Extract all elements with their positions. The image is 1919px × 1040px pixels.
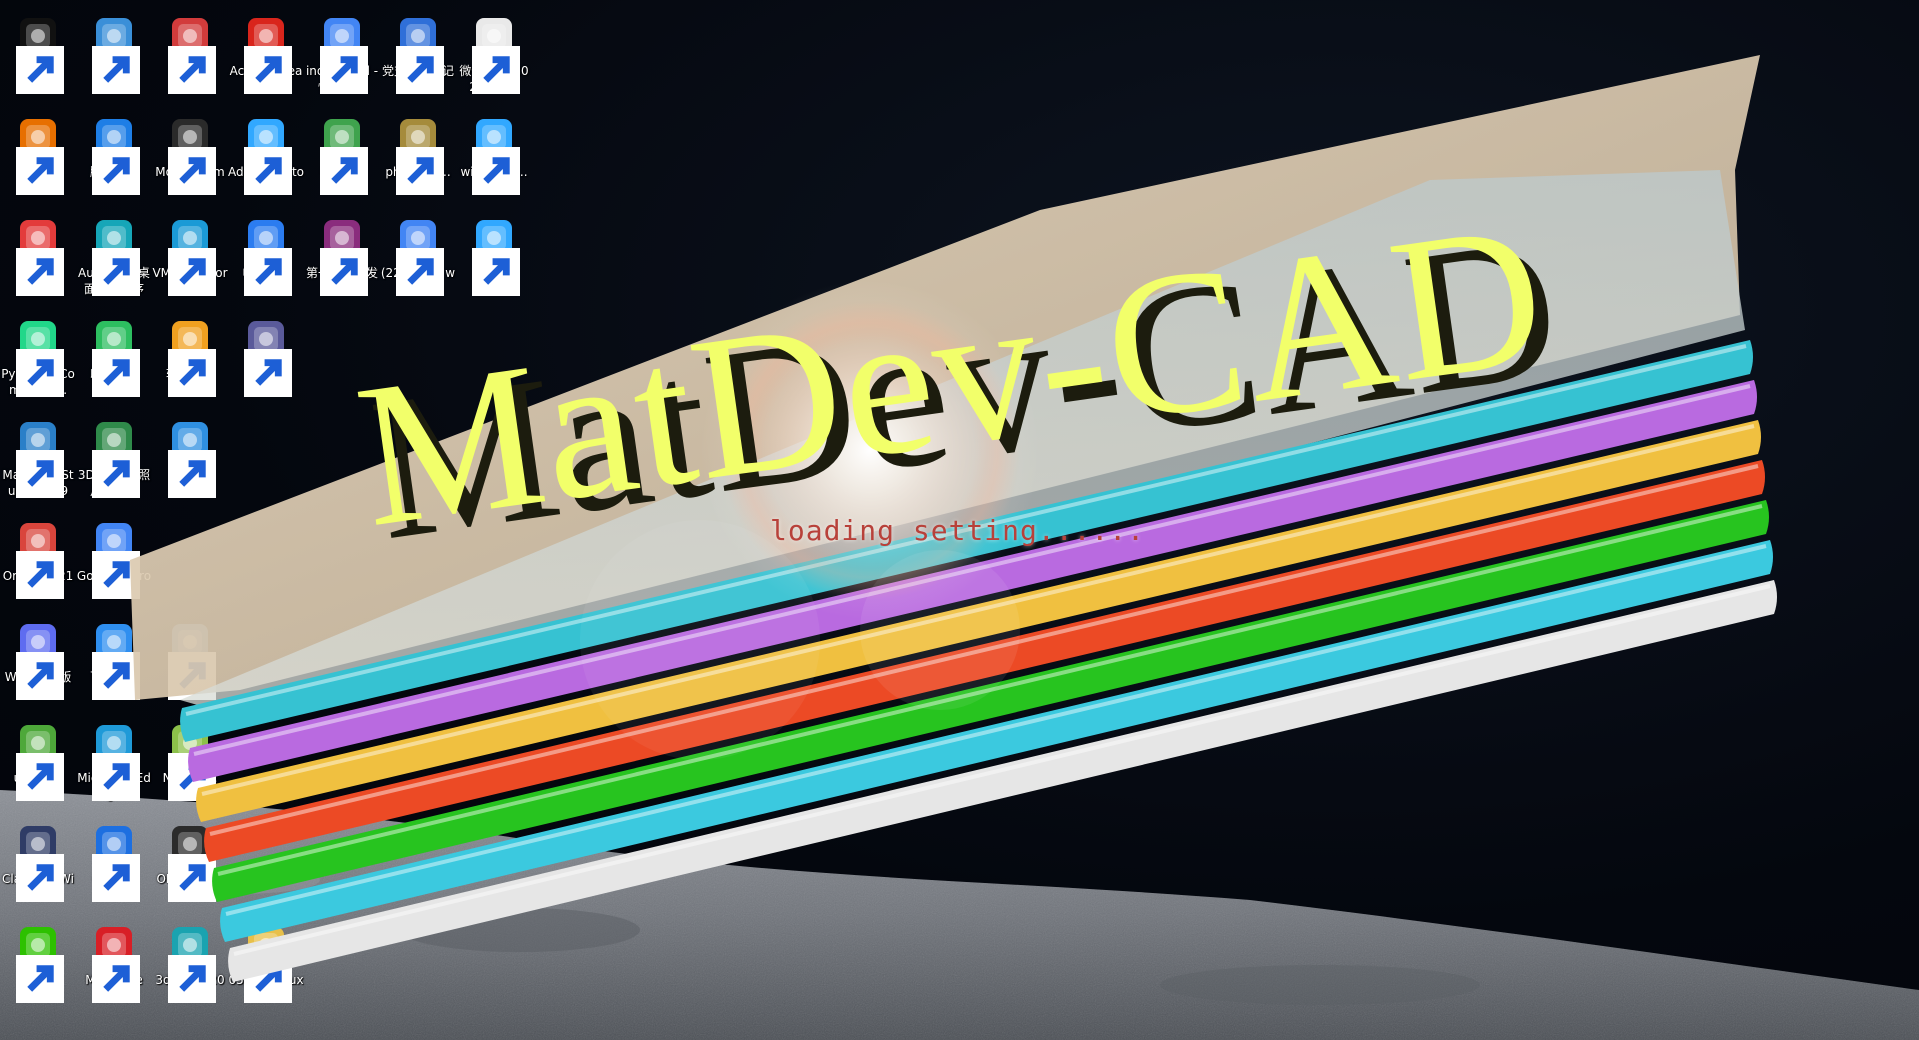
splash-lens-flare-ghost	[860, 550, 1020, 710]
splash-lens-flare-ghost	[580, 520, 820, 760]
splash-loading-status: loading setting......	[770, 514, 1146, 547]
